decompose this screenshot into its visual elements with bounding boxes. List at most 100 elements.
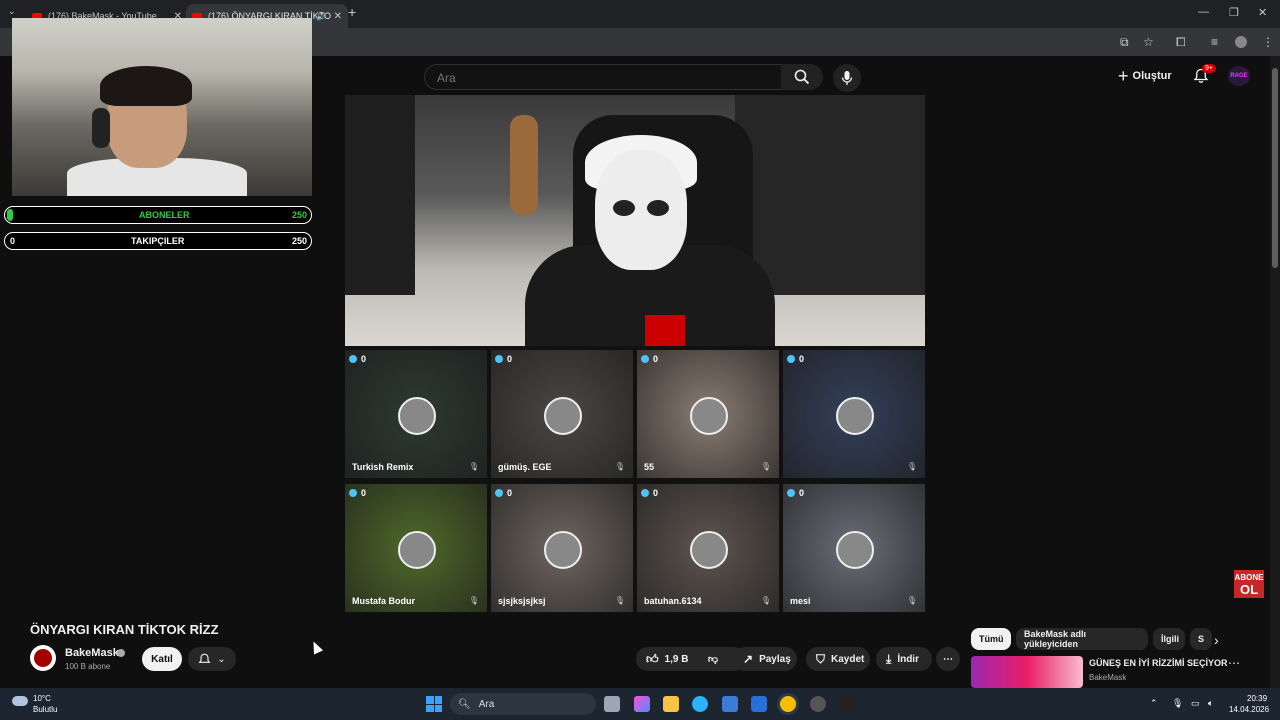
extensions-icon[interactable]: ⧠ bbox=[1176, 35, 1186, 50]
like-icon[interactable]: 👍︎ bbox=[646, 652, 659, 667]
volume-icon[interactable]: 🔈︎ bbox=[1208, 698, 1213, 709]
profile-avatar-icon[interactable] bbox=[1235, 36, 1247, 48]
microphone-icon bbox=[841, 71, 853, 85]
chip-from-uploader[interactable]: BakeMask adlı yükleyiciden bbox=[1016, 628, 1148, 650]
browser-menu-icon[interactable]: ⋮ bbox=[1262, 35, 1274, 49]
share-button[interactable]: ↗ Paylaş bbox=[733, 647, 797, 671]
weather-temperature[interactable]: 10°C bbox=[33, 694, 51, 703]
chip-more[interactable]: S bbox=[1190, 628, 1212, 650]
recommended-video-title[interactable]: GÜNEŞ EN İYİ RİZZİMİ SEÇİYOR bbox=[1089, 658, 1228, 668]
tab-search-icon[interactable]: ⌄ bbox=[8, 6, 16, 17]
gift-icon bbox=[349, 355, 357, 363]
speaker-icon[interactable]: 🔊 bbox=[316, 12, 326, 21]
recommended-video-channel[interactable]: BakeMask bbox=[1089, 673, 1126, 682]
bookmark-icon: ⛉ bbox=[816, 651, 826, 666]
guest-tile[interactable]: 0 55 🎙 bbox=[637, 350, 779, 478]
host-video-feed bbox=[345, 95, 925, 346]
create-button[interactable]: + Oluştur bbox=[1118, 66, 1172, 86]
bookmark-star-icon[interactable]: ☆ bbox=[1143, 35, 1154, 49]
like-count[interactable]: 1,9 B bbox=[665, 654, 689, 665]
download-button[interactable]: ⤓ İndir bbox=[876, 647, 932, 671]
epic-games-icon[interactable] bbox=[840, 696, 856, 712]
join-button[interactable]: Katıl bbox=[142, 647, 182, 671]
guest-tile[interactable]: 0 Mustafa Bodur 🎙 bbox=[345, 484, 487, 612]
subscribers-progress-fill bbox=[7, 209, 13, 221]
tray-microphone-icon[interactable]: 🎙︎ bbox=[1172, 698, 1183, 709]
recommended-video-menu-icon[interactable]: ⋯ bbox=[1228, 656, 1240, 670]
share-icon: ↗ bbox=[743, 652, 754, 666]
minimize-button[interactable]: — bbox=[1198, 6, 1209, 18]
dislike-icon: 👎︎ bbox=[707, 654, 719, 665]
like-dislike-group: 👍︎ 1,9 B bbox=[636, 647, 746, 671]
network-icon[interactable]: ▭ bbox=[1191, 698, 1200, 709]
microphone-icon: 🎙 bbox=[614, 596, 625, 605]
more-actions-button[interactable]: ⋯ bbox=[936, 647, 960, 671]
chip-all[interactable]: Tümü bbox=[971, 628, 1011, 650]
page-scrollbar[interactable] bbox=[1270, 56, 1280, 688]
guest-avatar[interactable] bbox=[690, 397, 728, 435]
restore-button[interactable]: ❐ bbox=[1229, 6, 1239, 19]
search-box[interactable] bbox=[424, 64, 782, 90]
copilot-icon[interactable] bbox=[634, 696, 650, 712]
download-icon: ⤓ bbox=[886, 651, 892, 666]
dislike-button[interactable]: 👎︎ bbox=[698, 647, 728, 671]
guest-avatar[interactable] bbox=[836, 397, 874, 435]
guest-tile[interactable]: 0 batuhan.6134 🎙 bbox=[637, 484, 779, 612]
tray-overflow-icon[interactable]: ⌃ bbox=[1150, 698, 1158, 709]
voice-search-button[interactable] bbox=[833, 64, 861, 92]
task-view-icon[interactable] bbox=[604, 696, 620, 712]
avatar-label: RAGE bbox=[1230, 73, 1248, 79]
guest-gift-count: 0 bbox=[641, 488, 658, 498]
recommended-video-thumbnail[interactable] bbox=[971, 656, 1083, 688]
guest-name: sjsjksjsjksj bbox=[498, 596, 546, 606]
guest-avatar[interactable] bbox=[836, 531, 874, 569]
channel-name[interactable]: BakeMask bbox=[65, 647, 119, 659]
save-button[interactable]: ⛉ Kaydet bbox=[806, 647, 870, 671]
search-input[interactable] bbox=[435, 70, 739, 86]
microphone-icon: 🎙 bbox=[468, 462, 479, 471]
weather-description[interactable]: Bulutlu bbox=[33, 705, 57, 714]
guest-tile[interactable]: 0 🎙 bbox=[783, 350, 925, 478]
notification-settings-button[interactable]: ⌄ bbox=[188, 647, 236, 671]
guest-avatar[interactable] bbox=[398, 531, 436, 569]
mail-icon[interactable] bbox=[751, 696, 767, 712]
guest-name: Mustafa Bodur bbox=[352, 596, 415, 606]
guest-tile[interactable]: 0 sjsjksjsjksj 🎙 bbox=[491, 484, 633, 612]
tab-close-icon[interactable]: ✕ bbox=[334, 11, 342, 22]
search-button[interactable] bbox=[781, 64, 823, 90]
gift-icon bbox=[495, 489, 503, 497]
new-tab-button[interactable]: + bbox=[348, 4, 356, 20]
cast-icon[interactable]: ⧉ bbox=[1120, 35, 1129, 50]
channel-avatar[interactable] bbox=[30, 645, 56, 671]
taskbar-search[interactable]: 🔍︎ Ara bbox=[450, 693, 596, 715]
microsoft-store-icon[interactable] bbox=[722, 696, 738, 712]
reading-list-icon[interactable]: ≡ bbox=[1211, 35, 1218, 49]
clock-time[interactable]: 20:39 bbox=[1247, 694, 1267, 703]
account-avatar[interactable]: RAGE bbox=[1228, 66, 1250, 86]
download-label: İndir bbox=[897, 653, 919, 665]
guest-avatar[interactable] bbox=[398, 397, 436, 435]
chip-related[interactable]: İlgili bbox=[1153, 628, 1185, 650]
gift-icon bbox=[495, 355, 503, 363]
obs-icon[interactable] bbox=[810, 696, 826, 712]
video-player[interactable]: 0 Turkish Remix 🎙 0 gümüş. EGE 🎙 0 55 🎙 0 🎙 0 Mustaf… bbox=[345, 95, 925, 613]
windows-taskbar: 10°C Bulutlu 🔍︎ Ara ⌃ 🎙︎ ▭ 🔈︎ 20:39 14.0… bbox=[0, 688, 1280, 720]
windows-start-icon[interactable] bbox=[426, 696, 442, 712]
guest-tile[interactable]: 0 mesi 🎙 bbox=[783, 484, 925, 612]
guest-avatar[interactable] bbox=[544, 531, 582, 569]
scrollbar-thumb[interactable] bbox=[1272, 68, 1278, 268]
guest-avatar[interactable] bbox=[544, 397, 582, 435]
gift-icon bbox=[787, 355, 795, 363]
chrome-icon[interactable] bbox=[780, 696, 796, 712]
microphone-icon: 🎙 bbox=[906, 462, 917, 471]
cloud-icon[interactable] bbox=[12, 696, 28, 706]
chevron-right-icon[interactable]: › bbox=[1214, 632, 1219, 648]
gift-icon bbox=[349, 489, 357, 497]
close-window-button[interactable]: ✕ bbox=[1258, 6, 1267, 19]
file-explorer-icon[interactable] bbox=[663, 696, 679, 712]
edge-icon[interactable] bbox=[692, 696, 708, 712]
guest-tile[interactable]: 0 Turkish Remix 🎙 bbox=[345, 350, 487, 478]
guest-tile[interactable]: 0 gümüş. EGE 🎙 bbox=[491, 350, 633, 478]
guest-avatar[interactable] bbox=[690, 531, 728, 569]
clock-date[interactable]: 14.04.2026 bbox=[1229, 705, 1269, 714]
